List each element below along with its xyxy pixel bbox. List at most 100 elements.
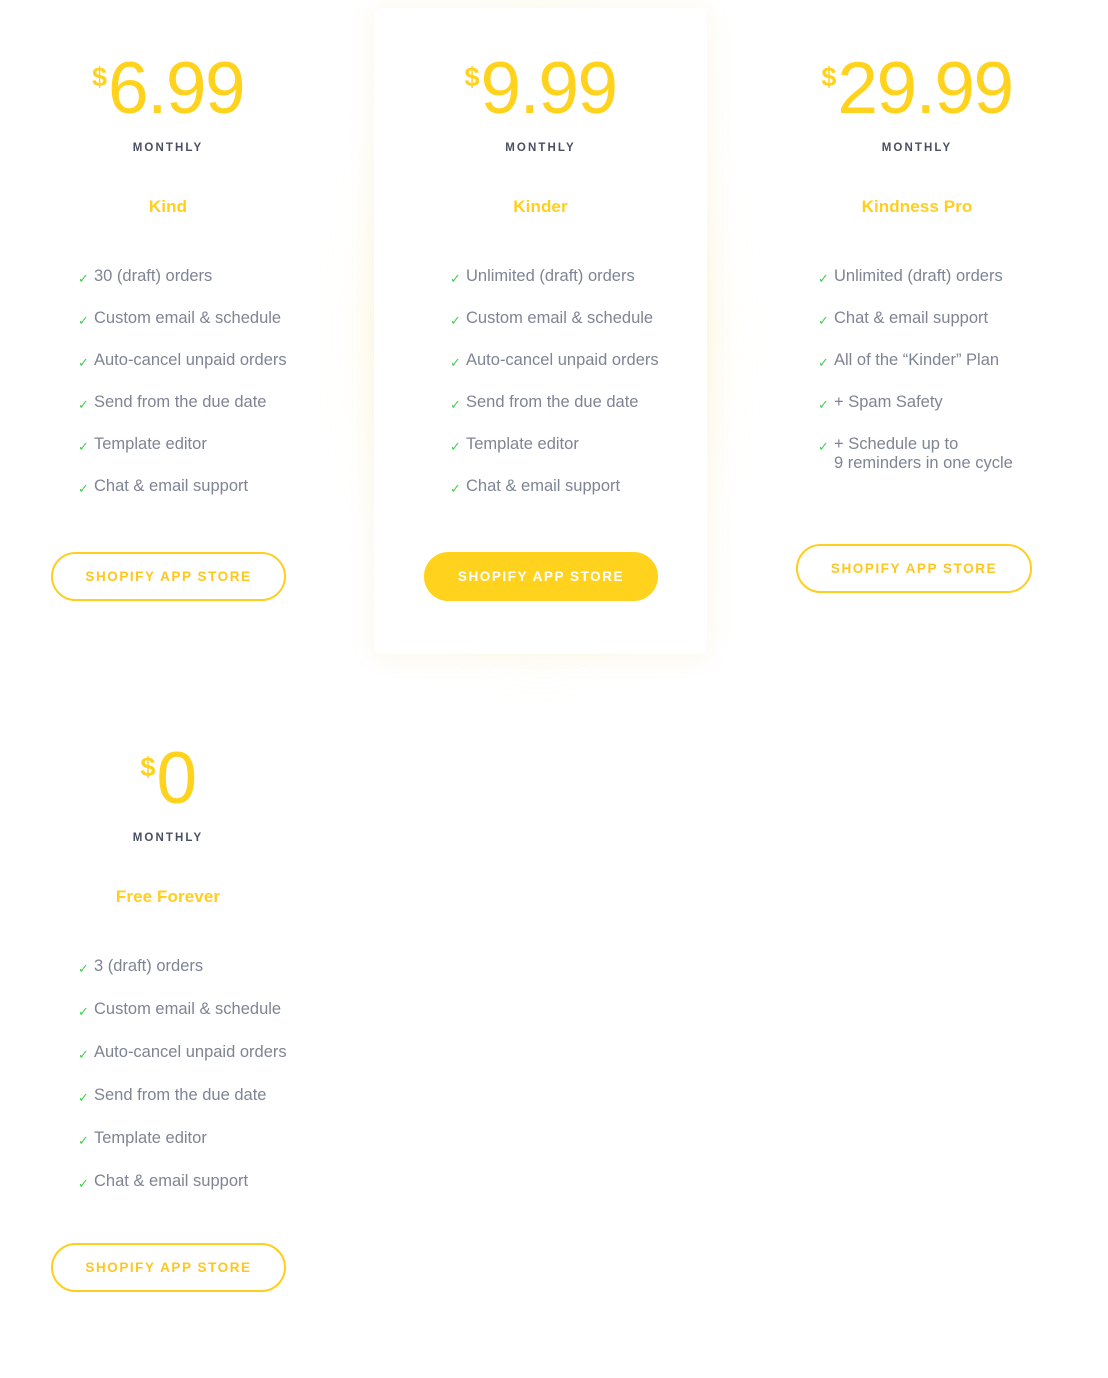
shopify-app-store-button-kind[interactable]: SHOPIFY APP STORE bbox=[51, 552, 286, 601]
check-icon: ✓ bbox=[450, 313, 461, 329]
feature-label: Template editor bbox=[94, 1129, 207, 1148]
check-icon: ✓ bbox=[78, 355, 89, 371]
plan-title-free-forever: Free Forever bbox=[115, 887, 221, 907]
list-item: ✓ + Schedule up to 9 reminders in one cy… bbox=[818, 435, 1058, 473]
check-icon: ✓ bbox=[78, 271, 89, 287]
feature-label: All of the “Kinder” Plan bbox=[834, 351, 1000, 370]
pricing-page: $ 6.99 MONTHLY Kind ✓ 30 (draft) orders … bbox=[0, 0, 1108, 1378]
feature-label: Template editor bbox=[466, 435, 579, 454]
feature-label: 30 (draft) orders bbox=[94, 267, 213, 286]
check-icon: ✓ bbox=[78, 1004, 89, 1020]
price-amount: 29.99 bbox=[837, 48, 1014, 129]
list-item: ✓ Template editor bbox=[78, 1129, 302, 1148]
price-kindness-pro: $ 29.99 bbox=[772, 48, 1062, 129]
feature-list-kind: ✓ 30 (draft) orders ✓ Custom email & sch… bbox=[24, 267, 312, 496]
list-item: ✓ Send from the due date bbox=[78, 393, 302, 412]
feature-label: Send from the due date bbox=[94, 393, 267, 412]
billing-period-label: MONTHLY bbox=[505, 142, 576, 155]
list-item: ✓ Template editor bbox=[78, 435, 302, 454]
feature-label: 3 (draft) orders bbox=[94, 957, 204, 976]
check-icon: ✓ bbox=[78, 1047, 89, 1063]
feature-list-kinder: ✓ Unlimited (draft) orders ✓ Custom emai… bbox=[374, 267, 707, 496]
feature-label: Chat & email support bbox=[94, 1172, 249, 1191]
billing-period-label: MONTHLY bbox=[132, 142, 204, 155]
feature-label: Custom email & schedule bbox=[94, 309, 282, 328]
feature-list-free-forever: ✓ 3 (draft) orders ✓ Custom email & sche… bbox=[24, 957, 312, 1191]
list-item: ✓ Auto-cancel unpaid orders bbox=[450, 351, 693, 370]
list-item: ✓ Chat & email support bbox=[450, 477, 693, 496]
check-icon: ✓ bbox=[78, 1176, 89, 1192]
pricing-card-kinder: $ 9.99 MONTHLY Kinder ✓ Unlimited (draft… bbox=[374, 8, 707, 654]
check-icon: ✓ bbox=[818, 271, 829, 287]
feature-label: Unlimited (draft) orders bbox=[466, 267, 635, 286]
check-icon: ✓ bbox=[818, 439, 829, 455]
plan-title-kind: Kind bbox=[148, 197, 188, 217]
list-item: ✓ Chat & email support bbox=[818, 309, 1058, 328]
list-item: ✓ Unlimited (draft) orders bbox=[450, 267, 693, 286]
price-amount: 6.99 bbox=[107, 48, 246, 129]
check-icon: ✓ bbox=[78, 1133, 89, 1149]
list-item: ✓ 30 (draft) orders bbox=[78, 267, 302, 286]
check-icon: ✓ bbox=[78, 1090, 89, 1106]
feature-label-line-1: + Schedule up to bbox=[834, 435, 959, 454]
shopify-app-store-button-free-forever[interactable]: SHOPIFY APP STORE bbox=[51, 1243, 286, 1292]
billing-period-label: MONTHLY bbox=[881, 142, 953, 155]
list-item: ✓ Template editor bbox=[450, 435, 693, 454]
check-icon: ✓ bbox=[818, 397, 829, 413]
feature-label: Auto-cancel unpaid orders bbox=[94, 351, 287, 370]
feature-label-line-2: 9 reminders in one cycle bbox=[834, 454, 1013, 473]
billing-period-label: MONTHLY bbox=[132, 832, 204, 845]
list-item: ✓ Send from the due date bbox=[450, 393, 693, 412]
pricing-card-kind: $ 6.99 MONTHLY Kind ✓ 30 (draft) orders … bbox=[24, 0, 312, 601]
price-amount: 9.99 bbox=[480, 48, 618, 129]
price-amount: 0 bbox=[156, 738, 197, 819]
feature-label: + Spam Safety bbox=[834, 393, 943, 412]
list-item: ✓ Chat & email support bbox=[78, 1172, 302, 1191]
list-item: ✓ Custom email & schedule bbox=[450, 309, 693, 328]
feature-label: Unlimited (draft) orders bbox=[834, 267, 1003, 286]
check-icon: ✓ bbox=[450, 271, 461, 287]
currency-symbol: $ bbox=[821, 62, 837, 92]
check-icon: ✓ bbox=[78, 481, 89, 497]
check-icon: ✓ bbox=[78, 961, 89, 977]
list-item: ✓ Unlimited (draft) orders bbox=[818, 267, 1058, 286]
check-icon: ✓ bbox=[78, 313, 89, 329]
feature-label: Chat & email support bbox=[94, 477, 249, 496]
feature-label: Chat & email support bbox=[466, 477, 621, 496]
price-kind: $ 6.99 bbox=[24, 48, 312, 129]
shopify-app-store-button-kindness-pro[interactable]: SHOPIFY APP STORE bbox=[796, 544, 1032, 593]
list-item: ✓ Custom email & schedule bbox=[78, 1000, 302, 1019]
feature-list-kindness-pro: ✓ Unlimited (draft) orders ✓ Chat & emai… bbox=[772, 267, 1062, 473]
list-item: ✓ + Spam Safety bbox=[818, 393, 1058, 412]
list-item: ✓ 3 (draft) orders bbox=[78, 957, 302, 976]
pricing-card-kindness-pro: $ 29.99 MONTHLY Kindness Pro ✓ Unlimited… bbox=[772, 0, 1062, 593]
currency-symbol: $ bbox=[464, 62, 480, 92]
price-kinder: $ 9.99 bbox=[374, 48, 707, 129]
feature-label-multiline: + Schedule up to 9 reminders in one cycl… bbox=[834, 435, 1058, 473]
plan-title-kindness-pro: Kindness Pro bbox=[861, 197, 973, 217]
pricing-card-free-forever: $ 0 MONTHLY Free Forever ✓ 3 (draft) ord… bbox=[24, 690, 312, 1292]
list-item: ✓ Auto-cancel unpaid orders bbox=[78, 1043, 302, 1062]
check-icon: ✓ bbox=[450, 355, 461, 371]
currency-symbol: $ bbox=[140, 752, 156, 782]
check-icon: ✓ bbox=[78, 397, 89, 413]
list-item: ✓ Chat & email support bbox=[78, 477, 302, 496]
shopify-app-store-button-kinder[interactable]: SHOPIFY APP STORE bbox=[424, 552, 658, 601]
check-icon: ✓ bbox=[450, 397, 461, 413]
list-item: ✓ All of the “Kinder” Plan bbox=[818, 351, 1058, 370]
list-item: ✓ Send from the due date bbox=[78, 1086, 302, 1105]
feature-label: Template editor bbox=[94, 435, 207, 454]
feature-label: Custom email & schedule bbox=[94, 1000, 282, 1019]
feature-label: Chat & email support bbox=[834, 309, 989, 328]
check-icon: ✓ bbox=[450, 481, 461, 497]
feature-label: Auto-cancel unpaid orders bbox=[466, 351, 659, 370]
check-icon: ✓ bbox=[450, 439, 461, 455]
feature-label: Auto-cancel unpaid orders bbox=[94, 1043, 287, 1062]
check-icon: ✓ bbox=[818, 313, 829, 329]
feature-label: Custom email & schedule bbox=[466, 309, 654, 328]
list-item: ✓ Auto-cancel unpaid orders bbox=[78, 351, 302, 370]
list-item: ✓ Custom email & schedule bbox=[78, 309, 302, 328]
price-free-forever: $ 0 bbox=[24, 738, 312, 819]
feature-label: Send from the due date bbox=[94, 1086, 267, 1105]
plan-title-kinder: Kinder bbox=[513, 197, 568, 217]
